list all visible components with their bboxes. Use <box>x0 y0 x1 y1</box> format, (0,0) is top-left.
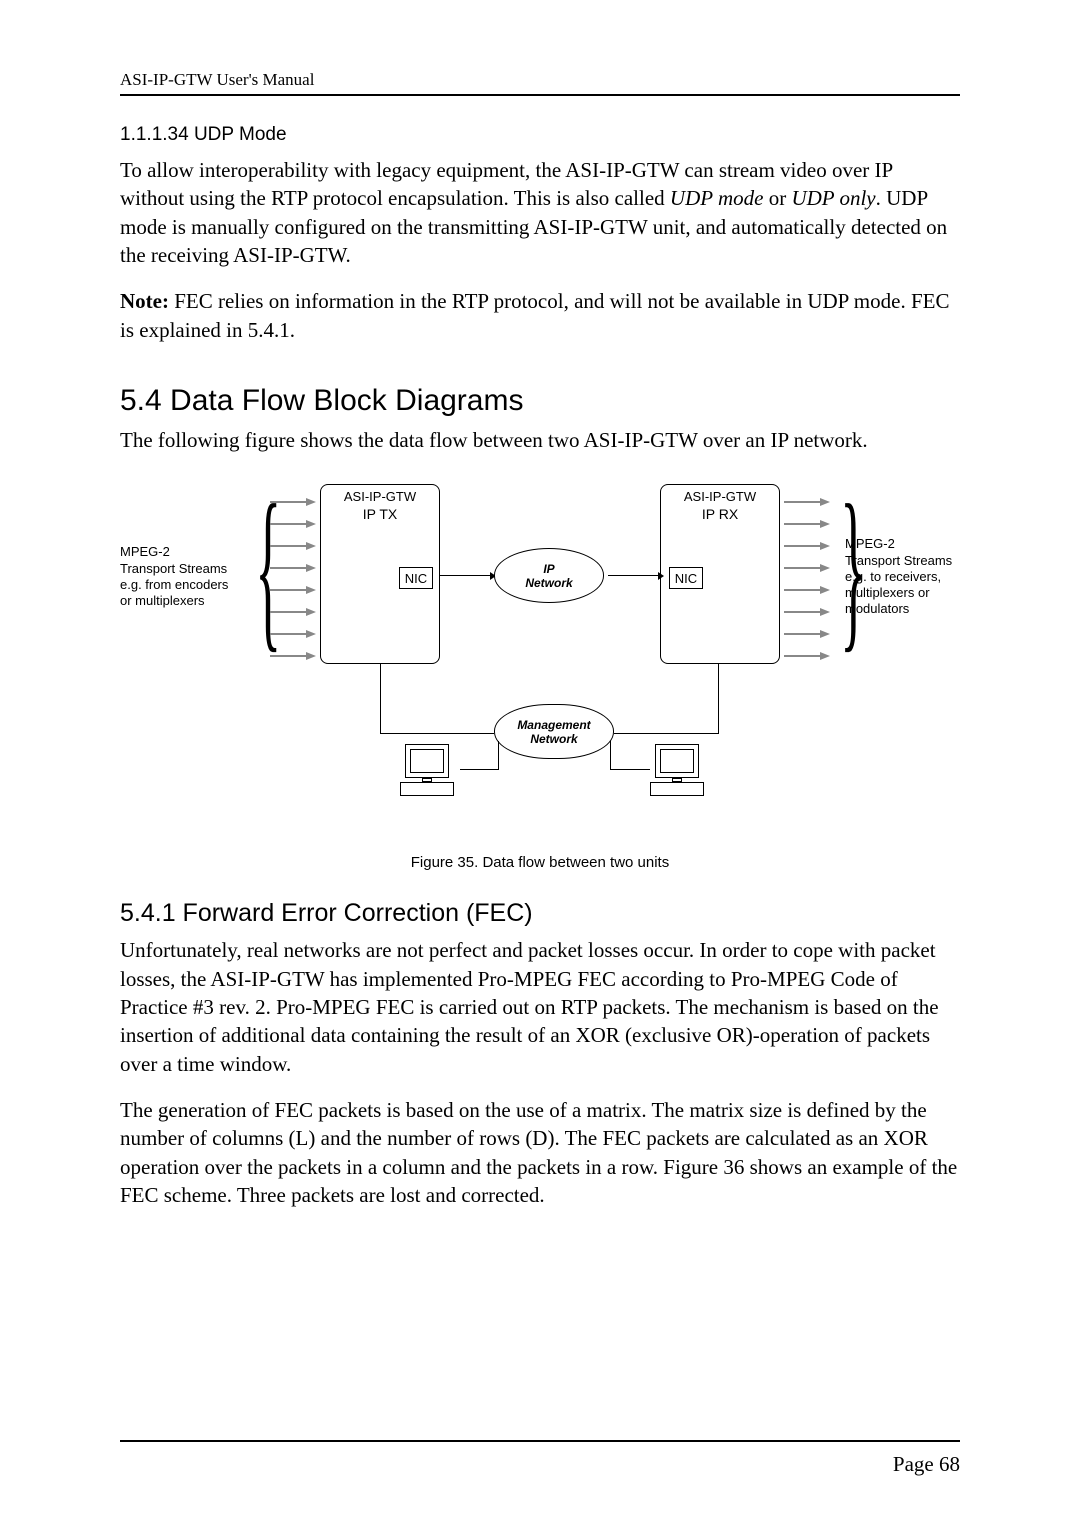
arrow-icon <box>440 575 490 576</box>
stream-arrow-icon <box>270 608 316 616</box>
text: or <box>763 186 791 210</box>
footer-divider <box>120 1440 960 1442</box>
stream-arrow-icon <box>784 498 830 506</box>
rx-subtitle: IP RX <box>661 506 779 522</box>
heading-data-flow: 5.4 Data Flow Block Diagrams <box>120 384 960 418</box>
fec-paragraph-1: Unfortunately, real networks are not per… <box>120 936 960 1078</box>
line <box>380 664 381 734</box>
stream-arrow-icon <box>270 652 316 660</box>
stream-arrow-icon <box>270 520 316 528</box>
stream-arrow-icon <box>784 564 830 572</box>
stream-arrow-icon <box>784 586 830 594</box>
flow-paragraph: The following figure shows the data flow… <box>120 426 960 454</box>
heading-fec: 5.4.1 Forward Error Correction (FEC) <box>120 899 960 928</box>
computer-icon <box>400 744 460 804</box>
line <box>718 664 719 734</box>
arrow-icon <box>608 575 658 576</box>
data-flow-diagram: MPEG-2 Transport Streams e.g. from encod… <box>120 474 960 824</box>
rx-box: ASI-IP-GTW IP RX NIC <box>660 484 780 664</box>
line <box>610 769 650 770</box>
line <box>498 741 499 770</box>
tx-subtitle: IP TX <box>321 506 439 522</box>
right-streams-label: MPEG-2 Transport Streams e.g. to receive… <box>845 536 975 617</box>
heading-udp-mode: 1.1.1.34 UDP Mode <box>120 124 960 146</box>
tx-title: ASI-IP-GTW <box>321 489 439 504</box>
stream-arrow-icon <box>784 608 830 616</box>
figure-caption: Figure 35. Data flow between two units <box>120 854 960 871</box>
nic-box-tx: NIC <box>399 567 433 589</box>
note-label: Note: <box>120 289 169 313</box>
stream-arrow-icon <box>784 630 830 638</box>
stream-arrow-icon <box>270 498 316 506</box>
line <box>610 741 611 770</box>
header-title: ASI-IP-GTW User's Manual <box>120 70 314 89</box>
management-network-cloud: Management Network <box>494 704 614 759</box>
stream-arrow-icon <box>784 652 830 660</box>
left-streams-label: MPEG-2 Transport Streams e.g. from encod… <box>120 544 240 609</box>
page-header: ASI-IP-GTW User's Manual <box>120 70 960 96</box>
stream-arrow-icon <box>270 564 316 572</box>
line <box>614 733 719 734</box>
rx-title: ASI-IP-GTW <box>661 489 779 504</box>
udp-note: Note: FEC relies on information in the R… <box>120 287 960 344</box>
nic-box-rx: NIC <box>669 567 703 589</box>
fec-paragraph-2: The generation of FEC packets is based o… <box>120 1096 960 1209</box>
tx-box: ASI-IP-GTW IP TX NIC <box>320 484 440 664</box>
line <box>380 733 494 734</box>
udp-paragraph-1: To allow interoperability with legacy eq… <box>120 156 960 269</box>
stream-arrow-icon <box>784 520 830 528</box>
text-italic: UDP only <box>791 186 875 210</box>
page-number: Page 68 <box>893 1452 960 1477</box>
stream-arrow-icon <box>270 586 316 594</box>
note-text: FEC relies on information in the RTP pro… <box>120 289 949 341</box>
stream-arrow-icon <box>270 542 316 550</box>
line <box>460 769 498 770</box>
text-italic: UDP mode <box>670 186 764 210</box>
stream-arrow-icon <box>270 630 316 638</box>
ip-network-cloud: IP Network <box>494 548 604 603</box>
stream-arrow-icon <box>784 542 830 550</box>
computer-icon <box>650 744 710 804</box>
